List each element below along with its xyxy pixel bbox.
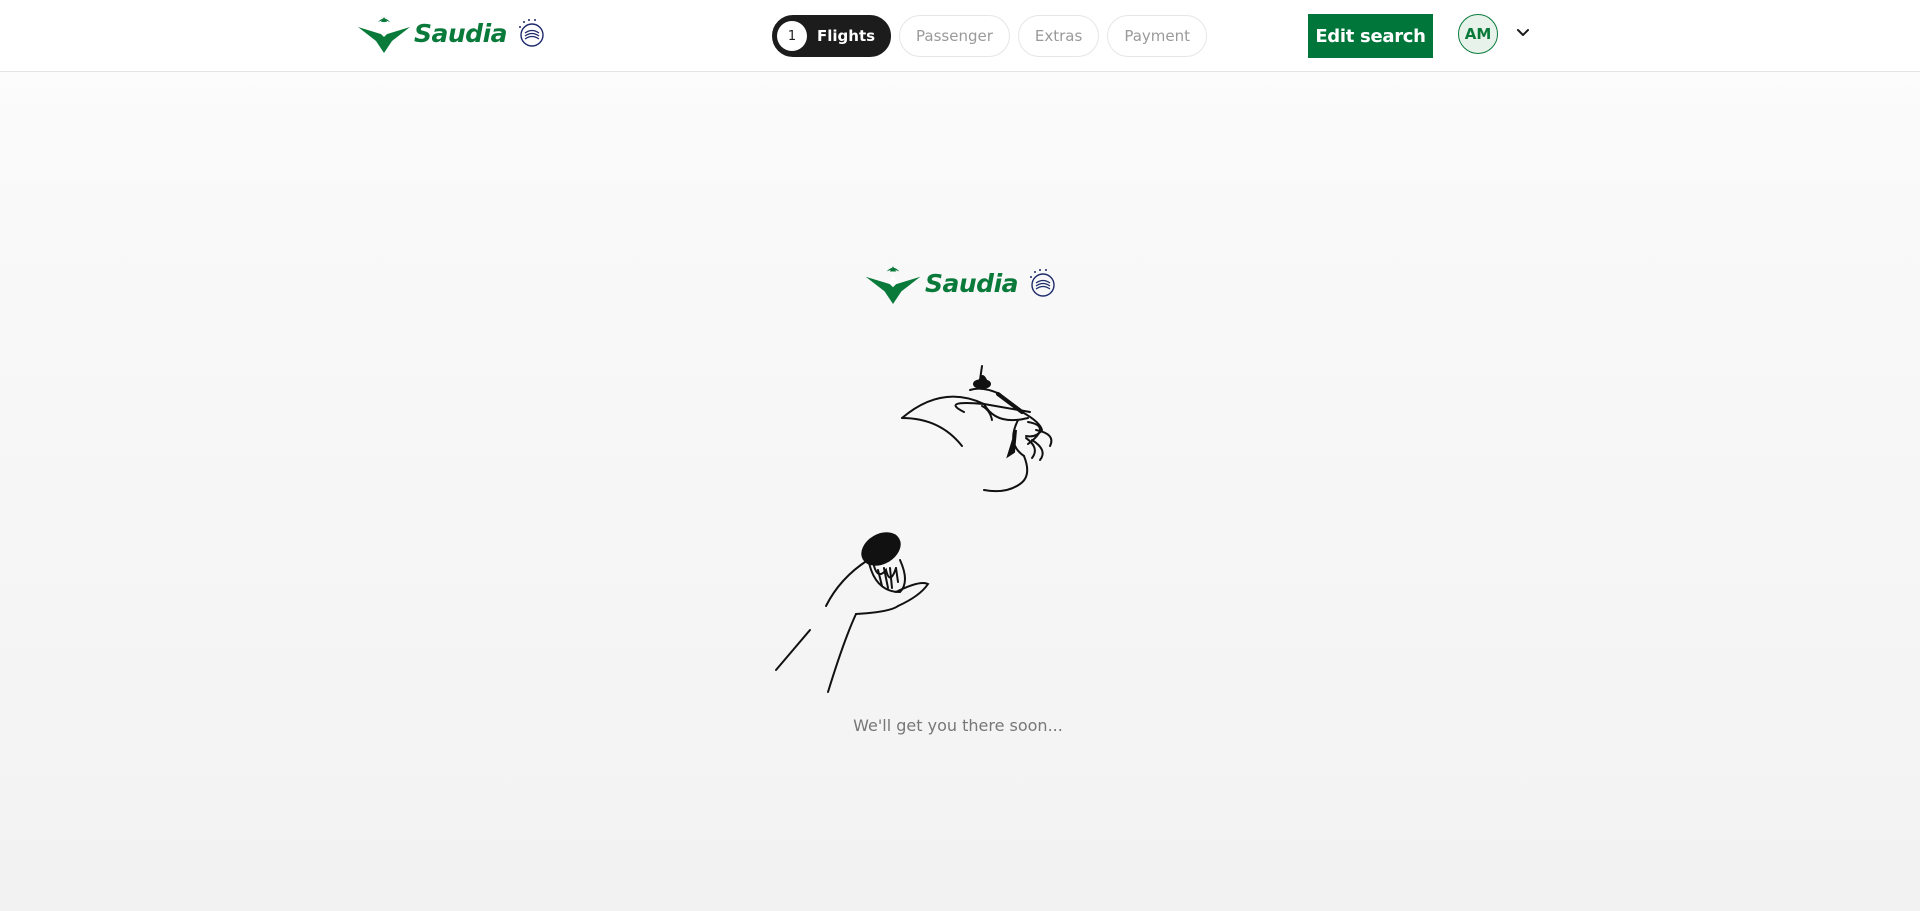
step-extras[interactable]: Extras [1017, 15, 1100, 57]
step-label: Extras [1034, 27, 1083, 45]
loading-message: We'll get you there soon... [853, 716, 1063, 735]
brand-name: Saudia [925, 268, 1019, 298]
top-bar: Saudia 1 Flights Passenger Extras Paymen… [0, 0, 1920, 72]
saudia-emblem-icon [358, 17, 410, 53]
brand-name: Saudia [414, 18, 508, 48]
saudia-emblem-icon [865, 266, 921, 304]
booking-steps: 1 Flights Passenger Extras Payment [772, 15, 1207, 57]
loader-logo: Saudia [865, 262, 1058, 304]
saudia-logo[interactable]: Saudia [358, 13, 547, 53]
step-number: 1 [777, 21, 807, 51]
skyteam-icon [519, 19, 544, 47]
step-passenger[interactable]: Passenger [899, 15, 1010, 57]
chevron-down-icon[interactable] [1514, 24, 1532, 42]
skyteam-icon [1030, 269, 1055, 297]
step-flights[interactable]: 1 Flights [772, 15, 892, 57]
user-avatar[interactable]: AM [1458, 14, 1498, 54]
step-label: Payment [1124, 27, 1190, 45]
coffee-pouring-illustration [775, 365, 1053, 693]
edit-search-button[interactable]: Edit search [1308, 14, 1433, 58]
step-payment[interactable]: Payment [1107, 15, 1207, 57]
step-label: Passenger [916, 27, 993, 45]
step-label: Flights [817, 27, 876, 45]
